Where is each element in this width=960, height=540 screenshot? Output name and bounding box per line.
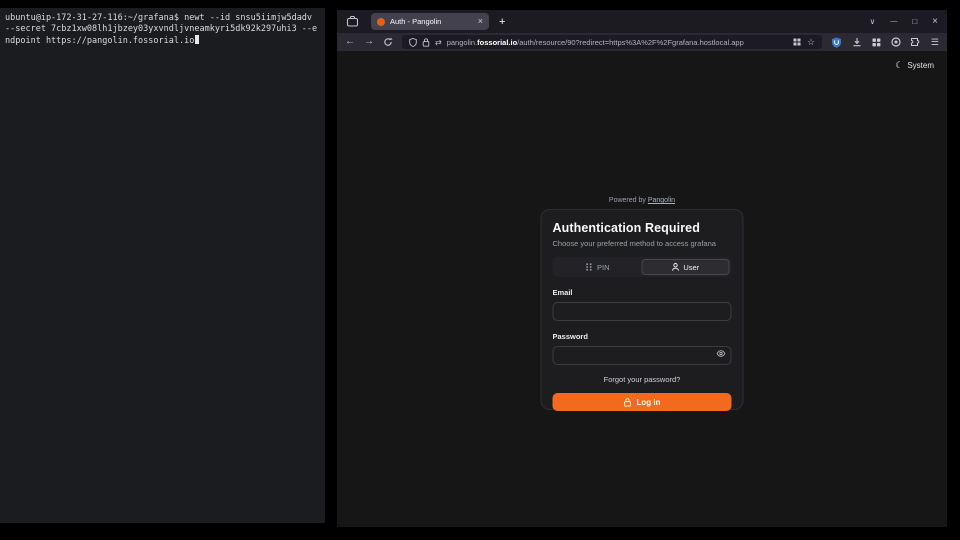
url-host: fossorial.io xyxy=(477,38,517,47)
page-content: ☾ System Powered by Pangolin Authenticat… xyxy=(337,51,947,527)
tab-title: Auth - Pangolin xyxy=(390,17,473,26)
url-bar[interactable]: ⇄ pangolin.fossorial.io/auth/resource/90… xyxy=(402,35,822,49)
login-button[interactable]: Log in xyxy=(553,393,732,411)
bookmark-star-icon[interactable]: ☆ xyxy=(807,37,815,48)
navigation-bar: ← → ⇄ pangolin.fossorial.io/auth/resourc… xyxy=(337,33,947,51)
downloads-icon[interactable] xyxy=(852,37,862,47)
tab-pin[interactable]: PIN xyxy=(555,259,642,275)
theme-toggle[interactable]: ☾ System xyxy=(895,60,934,71)
password-label: Password xyxy=(553,332,732,341)
urlbar-right-icons: ☆ xyxy=(793,37,815,48)
password-field[interactable] xyxy=(553,346,732,365)
toolbar-extensions: ☰ xyxy=(831,37,939,48)
login-lock-icon xyxy=(624,398,632,407)
email-field[interactable] xyxy=(553,302,732,321)
email-label: Email xyxy=(553,288,732,297)
show-password-eye-icon[interactable] xyxy=(717,350,726,357)
url-prefix: pangolin. xyxy=(447,38,477,47)
card-title: Authentication Required xyxy=(553,221,732,235)
maximize-button[interactable]: □ xyxy=(912,17,917,26)
tab-user-label: User xyxy=(683,263,699,272)
auth-card: Authentication Required Choose your pref… xyxy=(541,209,744,410)
card-subtitle: Choose your preferred method to access g… xyxy=(553,239,732,248)
powered-by-text: Powered by xyxy=(609,197,646,204)
browser-window: Auth - Pangolin × + ∨ — □ × ← → ⇄ pangol… xyxy=(337,10,947,527)
tab-user[interactable]: User xyxy=(641,259,730,275)
theme-toggle-label: System xyxy=(907,61,934,70)
permissions-swap-icon[interactable]: ⇄ xyxy=(435,38,442,47)
pangolin-link[interactable]: Pangolin xyxy=(648,197,675,204)
terminal-line: ndpoint https://pangolin.fossorial.io xyxy=(5,35,320,47)
reload-button[interactable] xyxy=(383,37,393,47)
terminal-line: --secret 7cbz1xw08lh1jbzey03yxvndljvneam… xyxy=(5,24,320,35)
url-text: pangolin.fossorial.io/auth/resource/90?r… xyxy=(447,38,788,47)
login-button-label: Log in xyxy=(637,398,661,407)
lock-icon[interactable] xyxy=(422,38,430,47)
extension-circle-icon[interactable] xyxy=(891,37,901,47)
tab-close-icon[interactable]: × xyxy=(478,17,483,26)
tracking-protection-shield-icon[interactable] xyxy=(409,38,417,47)
user-icon xyxy=(671,263,679,271)
forward-button[interactable]: → xyxy=(364,37,374,47)
keypad-icon xyxy=(586,263,593,271)
terminal-line-text: ndpoint https://pangolin.fossorial.io xyxy=(5,36,194,46)
tab-auth-pangolin[interactable]: Auth - Pangolin × xyxy=(371,13,489,30)
powered-by: Powered by Pangolin xyxy=(337,197,947,204)
shortcuts-grid-icon[interactable] xyxy=(793,38,801,46)
terminal-window[interactable]: ubuntu@ip-172-31-27-116:~/grafana$ newt … xyxy=(0,8,325,523)
tab-pin-label: PIN xyxy=(597,263,610,272)
extensions-puzzle-icon[interactable] xyxy=(911,37,921,47)
forgot-password-link[interactable]: Forgot your password? xyxy=(553,375,732,384)
terminal-cursor xyxy=(195,35,199,44)
list-tabs-chevron-icon[interactable]: ∨ xyxy=(869,17,875,26)
firefox-view-icon[interactable] xyxy=(346,15,359,28)
pangolin-favicon-icon xyxy=(377,18,385,26)
window-close-button[interactable]: × xyxy=(932,16,938,27)
ublock-origin-icon[interactable] xyxy=(831,37,842,48)
window-controls: ∨ — □ × xyxy=(869,16,938,27)
tab-bar: Auth - Pangolin × + ∨ — □ × xyxy=(337,10,947,33)
auth-method-tabs: PIN User xyxy=(553,257,732,277)
containers-grid-icon[interactable] xyxy=(872,38,881,47)
back-button[interactable]: ← xyxy=(345,37,355,47)
new-tab-button[interactable]: + xyxy=(499,16,505,28)
moon-icon: ☾ xyxy=(895,60,903,71)
minimize-button[interactable]: — xyxy=(890,18,897,25)
terminal-line: ubuntu@ip-172-31-27-116:~/grafana$ newt … xyxy=(5,13,320,24)
menu-hamburger-icon[interactable]: ☰ xyxy=(931,37,939,48)
url-path: /auth/resource/90?redirect=https%3A%2F%2… xyxy=(517,38,744,47)
